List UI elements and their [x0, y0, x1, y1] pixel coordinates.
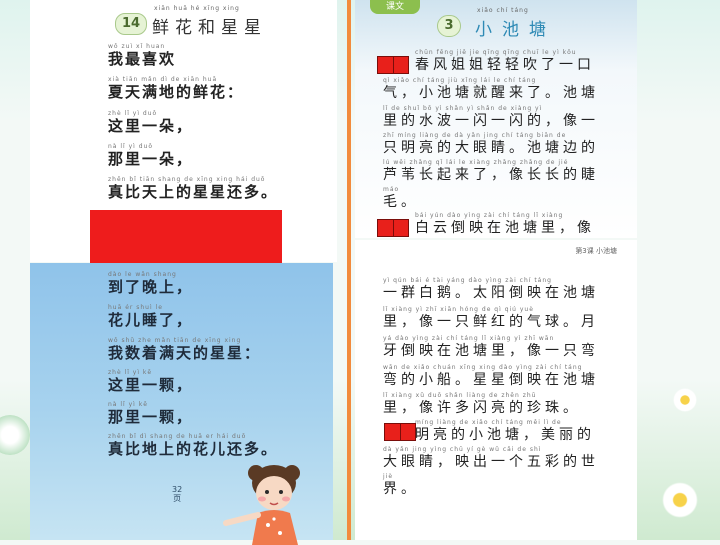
poem-line: zhè lǐ yì kē 这里一颗， [108, 369, 194, 394]
lesson-page-bottom: 第3课 小池塘 yì qún bái é tài yáng dào yìng z… [355, 240, 637, 540]
poem-line: huā ér shuì le 花儿睡了， [108, 304, 194, 329]
text-line: bái yún dào yìng zài chí táng lǐ xiàng 白云… [415, 212, 595, 236]
title-pinyin: xiān huā hé xīng xing [154, 5, 240, 12]
lesson-tab: 课文 [370, 0, 420, 14]
text-line: yá dào yìng zài chí táng lǐ xiàng yì zhī… [383, 335, 599, 359]
text-line: míng liàng de xiǎo chí táng měi lì de 明亮的… [415, 419, 595, 443]
text-line: dà yǎn jing yìng chū yí gè wǔ cǎi de shì… [383, 446, 599, 470]
page-header: 第3课 小池塘 [575, 247, 617, 255]
text-line: lú wěi zhǎng qǐ lái le xiàng zhǎng zhǎng… [383, 159, 599, 183]
lesson-page-top: 3 xiǎo chí táng 小池塘 chūn fēng jiě jie qī… [355, 0, 637, 238]
text-line: lǐ xiàng yì zhī xiān hóng de qì qiú yuè 里… [383, 306, 599, 330]
poem-line: nà lǐ yì duǒ 那里一朵， [108, 143, 194, 168]
text-line: lǐ xiàng xǔ duō shǎn liàng de zhēn zhū 里，… [383, 392, 581, 416]
text-line: lǐ de shuǐ bō yì shǎn yì shǎn de xiàng y… [383, 105, 599, 129]
lesson-number-badge: 3 [437, 15, 461, 37]
poem-line: nà lǐ yì kē 那里一颗， [108, 401, 194, 426]
panel-separator [347, 0, 351, 540]
lesson-number-badge: 14 [115, 13, 147, 35]
page-caption: 32 页 [172, 485, 183, 503]
text-line: chūn fēng jiě jie qīng qīng chuī le yì k… [415, 49, 595, 73]
poem-line: wǒ zuì xǐ huan 我最喜欢 [108, 43, 177, 68]
paragraph-marker [377, 56, 409, 74]
poem-line: xià tiān mǎn dì de xiān huā 夏天满地的鲜花： [108, 76, 245, 101]
poem-line: zhēn bǐ dì shang de huā er hái duō 真比地上的花… [108, 433, 279, 458]
poem-line: dào le wǎn shang 到了晚上， [108, 271, 194, 296]
paragraph-marker [377, 219, 409, 237]
red-cover-box [90, 210, 282, 263]
lesson-title: 小池塘 [475, 20, 556, 40]
girl-illustration [223, 465, 300, 545]
text-line: jiè 界。 [383, 473, 419, 497]
text-line: wān de xiǎo chuán xīng xing dào yìng zài… [383, 364, 599, 388]
title-pinyin: xiǎo chí táng [477, 7, 529, 14]
poem-line: zhè lǐ yì duǒ 这里一朵， [108, 110, 194, 135]
paragraph-marker [384, 423, 416, 441]
poem-page-bottom: dào le wǎn shang 到了晚上， huā ér shuì le 花儿睡了… [30, 263, 333, 545]
poem-line: wǒ shǔ zhe mǎn tiān de xīng xing 我数着满天的星星… [108, 337, 262, 362]
poem-line: zhēn bǐ tiān shang de xīng xing hái duō 真… [108, 176, 279, 201]
lesson-title: 鲜花和星星 [152, 18, 267, 38]
decorative-flower-right [650, 470, 710, 530]
text-line: qì xiǎo chí táng jiù xǐng lái le chí tán… [383, 77, 599, 101]
text-line: máo 毛。 [383, 186, 419, 210]
text-line: yì qún bái é tài yáng dào yìng zài chí t… [383, 277, 599, 301]
decorative-flower-right-top [665, 380, 705, 420]
text-line: zhī míng liàng de dà yǎn jing chí táng b… [383, 132, 599, 156]
